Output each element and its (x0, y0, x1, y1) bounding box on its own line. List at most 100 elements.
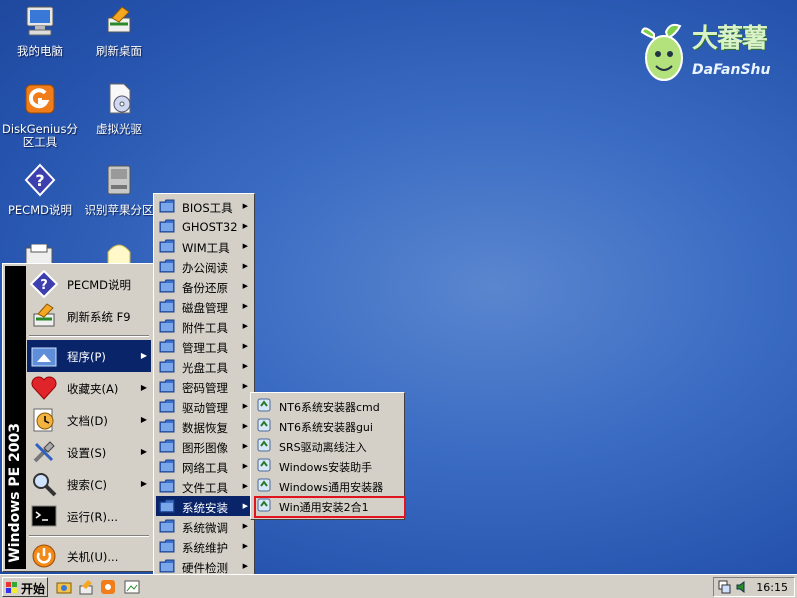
programs-item[interactable]: 网络工具 ▶ (156, 456, 252, 476)
settings-icon (33, 441, 55, 463)
programs-item[interactable]: BIOS工具 ▶ (156, 196, 252, 216)
start-item-label: 文档(D) (67, 414, 108, 428)
desktop-icon-my-computer[interactable]: 我的电脑 (0, 4, 80, 58)
folder-icon (159, 419, 175, 433)
start-item-label: 搜索(C) (67, 478, 108, 492)
submenu-arrow-icon: ▶ (242, 422, 248, 430)
programs-item[interactable]: WIM工具 ▶ (156, 236, 252, 256)
start-item-pecmd-help[interactable]: ? PECMD说明 (27, 268, 151, 300)
universal-installer-icon (257, 478, 271, 492)
start-item-refresh-system[interactable]: 刷新系统 F9 (27, 300, 151, 332)
programs-item[interactable]: 密码管理 ▶ (156, 376, 252, 396)
programs-item[interactable]: 驱动管理 ▶ (156, 396, 252, 416)
system-install-item[interactable]: Windows通用安装器 (253, 475, 402, 495)
programs-item[interactable]: 磁盘管理 ▶ (156, 296, 252, 316)
favorites-icon (31, 376, 57, 400)
taskbar: 开始 16:15 (0, 574, 797, 598)
start-item-documents[interactable]: 文档(D) ▶ (27, 404, 151, 436)
submenu-arrow-icon: ▶ (140, 383, 147, 392)
programs-item-label: 图形图像 (182, 441, 228, 455)
programs-item[interactable]: 系统维护 ▶ (156, 536, 252, 556)
programs-item-label: 备份还原 (182, 281, 228, 295)
desktop-icon-refresh-desktop[interactable]: 刷新桌面 (79, 4, 159, 58)
logo-brand-text: 大蕃薯 (692, 24, 768, 54)
programs-item[interactable]: 附件工具 ▶ (156, 316, 252, 336)
quicklaunch-image-icon[interactable] (124, 579, 140, 595)
folder-icon (159, 279, 175, 293)
setup-wizard-icon (257, 458, 271, 472)
folder-icon (159, 479, 175, 493)
start-item-shutdown[interactable]: 关机(U)... (27, 540, 151, 572)
system-install-item-label: NT6系统安装器gui (279, 421, 373, 434)
programs-item-label: 办公阅读 (182, 261, 228, 275)
submenu-arrow-icon: ▶ (242, 282, 248, 290)
programs-item[interactable]: 办公阅读 ▶ (156, 256, 252, 276)
menu-separator (29, 335, 149, 337)
system-install-item[interactable]: SRS驱动离线注入 (253, 435, 402, 455)
help-icon: ? (24, 163, 56, 197)
installer-icon (257, 418, 271, 432)
folder-icon (159, 439, 175, 453)
system-install-item[interactable]: NT6系统安装器gui (253, 415, 402, 435)
submenu-arrow-icon: ▶ (242, 382, 248, 390)
folder-icon (159, 299, 175, 313)
desktop-icon-label: 虚拟光驱 (96, 122, 142, 136)
start-item-run[interactable]: 运行(R)... (27, 500, 151, 532)
system-install-item-label: Windows安装助手 (279, 461, 373, 474)
desktop-icon-pecmd-help[interactable]: ? PECMD说明 (0, 163, 80, 217)
quicklaunch-explorer-icon[interactable] (56, 579, 72, 595)
programs-item[interactable]: 数据恢复 ▶ (156, 416, 252, 436)
programs-item[interactable]: 备份还原 ▶ (156, 276, 252, 296)
system-install-item[interactable]: Windows安装助手 (253, 455, 402, 475)
dafanshu-logo: 大蕃薯 DaFanShu (640, 18, 790, 88)
programs-item[interactable]: 硬件检测 ▶ (156, 556, 252, 576)
programs-item-label: 磁盘管理 (182, 301, 228, 315)
system-install-item-label: Windows通用安装器 (279, 481, 384, 494)
start-button[interactable]: 开始 (2, 577, 48, 597)
folder-icon (159, 339, 175, 353)
programs-item-label: 网络工具 (182, 461, 228, 475)
tray-sound-icon[interactable] (735, 580, 749, 594)
svg-text:?: ? (35, 171, 44, 190)
programs-item[interactable]: GHOST32 ▶ (156, 216, 252, 236)
desktop-icon-diskgenius[interactable]: DiskGenius分 区工具 (0, 82, 80, 149)
programs-item-label: 数据恢复 (182, 421, 228, 435)
start-item-label: 程序(P) (67, 350, 106, 364)
virtual-cd-icon (109, 83, 131, 114)
folder-icon (159, 319, 175, 333)
folder-icon (159, 199, 175, 213)
programs-item[interactable]: 图形图像 ▶ (156, 436, 252, 456)
programs-item-label: 文件工具 (182, 481, 228, 495)
desktop-icon-apple-partition[interactable]: 识别苹果分区 (79, 163, 159, 217)
programs-submenu: BIOS工具 ▶ GHOST32 ▶ WIM工具 ▶ 办公阅读 ▶ 备份还原 ▶ 磁盘管理 ▶ 附件工具… (153, 193, 255, 596)
programs-item[interactable]: 系统微调 ▶ (156, 516, 252, 536)
programs-item-label: 附件工具 (182, 321, 228, 335)
programs-item[interactable]: 文件工具 ▶ (156, 476, 252, 496)
start-item-search[interactable]: 搜索(C) ▶ (27, 468, 151, 500)
desktop-icon-label: 刷新桌面 (96, 44, 142, 58)
quicklaunch-refresh-icon[interactable] (78, 579, 94, 595)
programs-item[interactable]: 光盘工具 ▶ (156, 356, 252, 376)
programs-item-label: 系统微调 (182, 521, 228, 535)
quicklaunch-disk-icon[interactable] (100, 579, 116, 595)
programs-item[interactable]: 管理工具 ▶ (156, 336, 252, 356)
programs-item-label: 管理工具 (182, 341, 228, 355)
start-menu: Windows PE 2003 ? PECMD说明 刷新系统 F9 程序(P) … (2, 263, 154, 572)
programs-item[interactable]: 系统安装 ▶ (156, 496, 252, 516)
start-item-programs[interactable]: 程序(P) ▶ (27, 340, 151, 372)
highlight-box (254, 496, 406, 518)
folder-icon (159, 499, 175, 513)
tray-network-icon[interactable] (718, 580, 732, 594)
submenu-arrow-icon: ▶ (242, 402, 248, 410)
svg-text:?: ? (40, 278, 48, 293)
submenu-arrow-icon: ▶ (242, 542, 248, 550)
submenu-arrow-icon: ▶ (140, 351, 147, 360)
refresh-system-icon (33, 303, 55, 327)
start-item-favorites[interactable]: 收藏夹(A) ▶ (27, 372, 151, 404)
desktop-icon-virtual-cd[interactable]: 虚拟光驱 (79, 82, 159, 136)
submenu-arrow-icon: ▶ (242, 362, 248, 370)
system-install-item[interactable]: NT6系统安装器cmd (253, 395, 402, 415)
sweet-potato-mascot-icon (640, 23, 683, 81)
start-item-settings[interactable]: 设置(S) ▶ (27, 436, 151, 468)
start-menu-sidebar: Windows PE 2003 (5, 266, 26, 569)
